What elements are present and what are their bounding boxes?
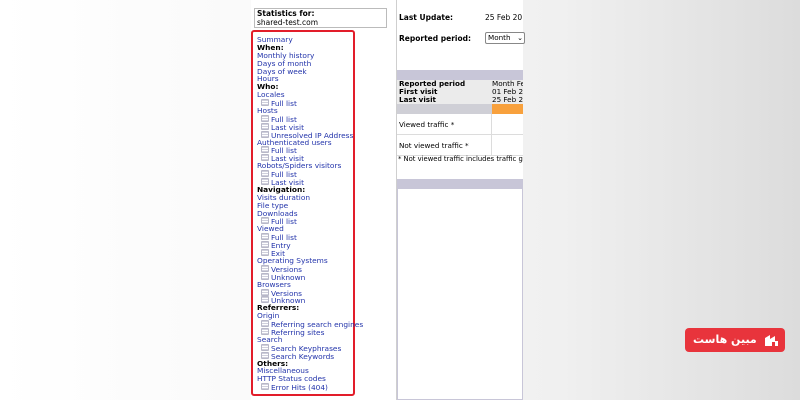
list-icon xyxy=(261,241,269,249)
menu-subitem-full-list[interactable]: Full list xyxy=(257,146,363,155)
menu-item-label: Operating Systems xyxy=(257,255,328,265)
summary-row-value: Month Feb xyxy=(492,80,523,88)
brand-badge: مبین هاست xyxy=(685,328,785,352)
menu-item-label: Browsers xyxy=(257,279,291,289)
menu-item-label: Locales xyxy=(257,90,285,100)
menu-subitem-referring-search-engines[interactable]: Referring search engines xyxy=(257,320,363,329)
header-panel: Last Update: 25 Feb 20 Reported period: … xyxy=(397,0,525,56)
list-icon xyxy=(261,233,269,241)
menu-item-hosts[interactable]: Hosts xyxy=(257,107,363,115)
menu-item-label: Error Hits (404) xyxy=(271,383,328,393)
statistics-for-label: Statistics for: xyxy=(257,9,315,18)
list-icon xyxy=(261,383,269,391)
menu-item-locales[interactable]: Locales xyxy=(257,91,363,99)
menu-subitem-versions[interactable]: Versions xyxy=(257,288,363,297)
not-viewed-traffic-row: Not viewed traffic * xyxy=(397,135,523,156)
traffic-header-accent xyxy=(492,104,523,114)
menu-item-browsers[interactable]: Browsers xyxy=(257,279,363,289)
cell-divider xyxy=(491,135,492,155)
menu-item-label: Origin xyxy=(257,311,280,321)
menu-subitem-full-list[interactable]: Full list xyxy=(257,170,363,179)
menu-item-label: Hosts xyxy=(257,106,278,116)
menu-item-origin[interactable]: Origin xyxy=(257,312,363,320)
viewed-traffic-row: Viewed traffic * xyxy=(397,114,523,135)
not-viewed-traffic-label: Not viewed traffic * xyxy=(399,141,469,150)
second-panel-header-bar xyxy=(397,179,523,189)
last-update-value: 25 Feb 20 xyxy=(485,13,523,22)
summary-row-value: 01 Feb 20 xyxy=(492,88,523,96)
menu-item-search[interactable]: Search xyxy=(257,334,363,344)
menu-list: Summary When: Monthly history Days of month… xyxy=(257,36,363,393)
summary-row: Last visit 25 Feb 20 xyxy=(397,96,523,104)
menu-item-label: HTTP Status codes xyxy=(257,374,326,384)
statistics-for-box: Statistics for: shared-test.com xyxy=(254,8,387,28)
summary-row-value: 25 Feb 20 xyxy=(492,96,523,104)
traffic-header xyxy=(397,104,523,114)
menu-item-operating-systems[interactable]: Operating Systems xyxy=(257,255,363,265)
list-icon xyxy=(261,178,269,186)
menu-subitem-full-list[interactable]: Full list xyxy=(257,233,363,242)
summary-row-label: Last visit xyxy=(399,95,436,104)
menu-subitem-entry[interactable]: Entry xyxy=(257,241,363,250)
menu-item-label: Viewed xyxy=(257,224,284,234)
menu-item-label: Search xyxy=(257,334,283,344)
traffic-footnote: * Not viewed traffic includes traffic ge… xyxy=(398,155,523,163)
period-select[interactable]: Month ⌄ xyxy=(485,32,525,44)
menu-item-authenticated-users[interactable]: Authenticated users xyxy=(257,137,363,147)
menu-item-http-status-codes[interactable]: HTTP Status codes xyxy=(257,375,363,383)
list-icon xyxy=(261,122,269,130)
cell-divider xyxy=(491,114,492,134)
period-select-value: Month xyxy=(488,33,511,42)
site-name: shared-test.com xyxy=(257,18,319,27)
list-icon xyxy=(261,320,269,328)
menu-subitem-error-hits-404[interactable]: Error Hits (404) xyxy=(257,383,363,393)
menu-subitem-versions[interactable]: Versions xyxy=(257,264,363,273)
list-icon xyxy=(261,351,269,359)
chevron-down-icon: ⌄ xyxy=(517,34,523,42)
menu-subitem-last-visit[interactable]: Last visit xyxy=(257,122,363,131)
menu-item-robots-spiders-visitors[interactable]: Robots/Spiders visitors xyxy=(257,162,363,170)
menu-item-viewed[interactable]: Viewed xyxy=(257,225,363,233)
list-icon xyxy=(261,288,269,296)
second-panel xyxy=(397,179,523,400)
menu-item-label: Authenticated users xyxy=(257,137,332,147)
menu-subitem-full-list[interactable]: Full list xyxy=(257,114,363,123)
reported-period-label: Reported period: xyxy=(399,34,471,43)
menu-subitem-search-keyphrases[interactable]: Search Keyphrases xyxy=(257,343,363,352)
brand-badge-text: مبین هاست xyxy=(693,333,757,346)
list-icon xyxy=(261,114,269,122)
list-icon xyxy=(261,264,269,272)
list-icon xyxy=(261,343,269,351)
last-update-label: Last Update: xyxy=(399,13,454,22)
viewed-traffic-label: Viewed traffic * xyxy=(399,120,455,129)
navigation-menu: Summary When: Monthly history Days of month… xyxy=(251,30,363,396)
list-icon xyxy=(261,170,269,178)
list-icon xyxy=(261,146,269,154)
menu-item-downloads[interactable]: Downloads xyxy=(257,208,363,218)
brand-logo-icon xyxy=(765,335,778,346)
menu-item-label: Downloads xyxy=(257,208,298,218)
menu-item-label: Robots/Spiders visitors xyxy=(257,161,342,171)
